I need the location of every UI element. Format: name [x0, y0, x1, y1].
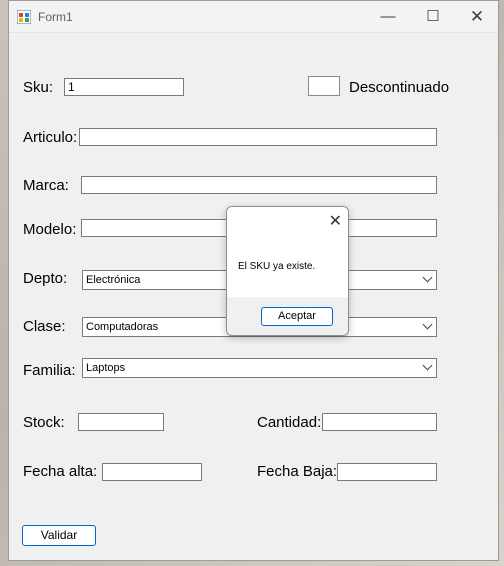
- articulo-input[interactable]: [79, 128, 437, 146]
- articulo-label: Articulo:: [23, 129, 78, 146]
- marca-input[interactable]: [81, 176, 437, 194]
- cantidad-label: Cantidad:: [257, 414, 322, 431]
- fecha-baja-input[interactable]: [337, 463, 437, 481]
- dialog-content: ✕ El SKU ya existe.: [227, 207, 348, 297]
- window-title: Form1: [38, 10, 73, 24]
- familia-select[interactable]: Laptops: [82, 358, 437, 378]
- marca-label: Marca:: [23, 177, 69, 194]
- clase-label: Clase:: [23, 318, 66, 335]
- dialog-close-button[interactable]: ✕: [329, 211, 342, 231]
- sku-label: Sku:: [23, 79, 54, 96]
- fecha-alta-input[interactable]: [102, 463, 202, 481]
- fecha-alta-label: Fecha alta:: [23, 463, 98, 480]
- aceptar-button[interactable]: Aceptar: [261, 307, 333, 326]
- fecha-baja-label: Fecha Baja:: [257, 463, 338, 480]
- title-bar[interactable]: Form1 — ☐ ✕: [9, 1, 498, 33]
- validar-button[interactable]: Validar: [22, 525, 96, 546]
- chevron-down-icon: [422, 272, 433, 283]
- maximize-button[interactable]: ☐: [410, 5, 456, 29]
- minimize-button[interactable]: —: [365, 5, 411, 29]
- descontinuado-label: Descontinuado: [349, 79, 450, 96]
- modelo-label: Modelo:: [23, 221, 77, 238]
- close-button[interactable]: ✕: [454, 5, 500, 29]
- dialog-message: El SKU ya existe.: [238, 261, 316, 272]
- clase-value: Computadoras: [86, 321, 159, 333]
- stock-label: Stock:: [23, 414, 65, 431]
- chevron-down-icon: [422, 319, 433, 330]
- app-form-icon: [17, 10, 31, 24]
- message-dialog: ✕ El SKU ya existe. Aceptar: [226, 206, 349, 336]
- stock-input[interactable]: [78, 413, 164, 431]
- descontinuado-checkbox[interactable]: [308, 76, 340, 96]
- depto-label: Depto:: [23, 270, 68, 287]
- chevron-down-icon: [422, 360, 433, 371]
- sku-input[interactable]: [64, 78, 184, 96]
- depto-value: Electrónica: [86, 274, 141, 286]
- familia-label: Familia:: [23, 362, 76, 379]
- cantidad-input[interactable]: [322, 413, 437, 431]
- familia-value: Laptops: [86, 362, 126, 374]
